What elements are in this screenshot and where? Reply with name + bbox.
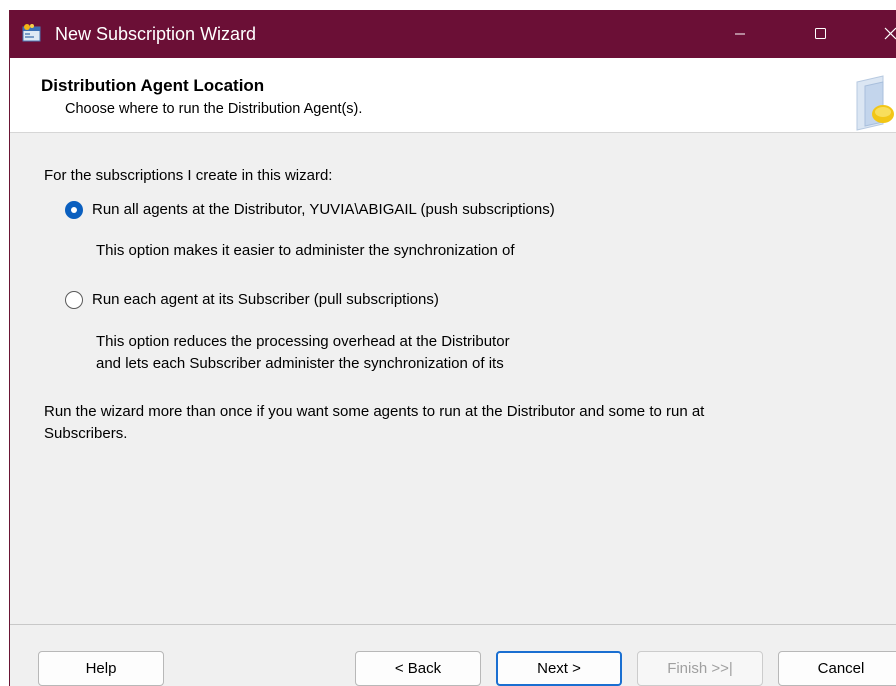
- pull-subscriptions-radio[interactable]: Run each agent at its Subscriber (pull s…: [65, 289, 535, 311]
- push-subscriptions-radio[interactable]: Run all agents at the Distributor, YUVIA…: [65, 199, 685, 221]
- radio-checked-icon[interactable]: [65, 201, 83, 219]
- wizard-banner-icon: [856, 75, 894, 131]
- wizard-window: New Subscription Wizard Distribution Age…: [9, 10, 896, 686]
- maximize-icon: [815, 28, 826, 39]
- page-title: Distribution Agent Location: [41, 76, 265, 95]
- wizard-header: Distribution Agent Location Choose where…: [10, 58, 896, 133]
- minimize-icon: [735, 33, 745, 35]
- maximize-button[interactable]: [795, 10, 845, 58]
- finish-button: Finish >>|: [637, 651, 763, 686]
- pull-description-line: This option reduces the processing overh…: [96, 333, 510, 350]
- close-icon: [884, 27, 896, 40]
- next-button[interactable]: Next >: [496, 651, 622, 686]
- note-text: Subscribers.: [44, 425, 128, 442]
- pull-description-line: and lets each Subscriber administer the …: [96, 355, 504, 372]
- close-button[interactable]: [865, 10, 896, 58]
- page-subtitle: Choose where to run the Distribution Age…: [65, 101, 363, 117]
- intro-text: For the subscriptions I create in this w…: [44, 167, 333, 184]
- title-bar[interactable]: New Subscription Wizard: [10, 10, 896, 58]
- radio-unchecked-icon[interactable]: [65, 291, 83, 309]
- note-text: Run the wizard more than once if you wan…: [44, 403, 705, 420]
- minimize-button[interactable]: [715, 10, 765, 58]
- footer-divider: [10, 624, 896, 625]
- push-description-line: This option makes it easier to administe…: [96, 242, 515, 259]
- pull-subscriptions-label[interactable]: Run each agent at its Subscriber (pull s…: [92, 290, 439, 310]
- help-button[interactable]: Help: [38, 651, 164, 686]
- wizard-app-icon: [22, 24, 41, 42]
- back-button[interactable]: < Back: [355, 651, 481, 686]
- window-title: New Subscription Wizard: [55, 24, 257, 44]
- push-subscriptions-label[interactable]: Run all agents at the Distributor, YUVIA…: [92, 200, 555, 220]
- cancel-button[interactable]: Cancel: [778, 651, 896, 686]
